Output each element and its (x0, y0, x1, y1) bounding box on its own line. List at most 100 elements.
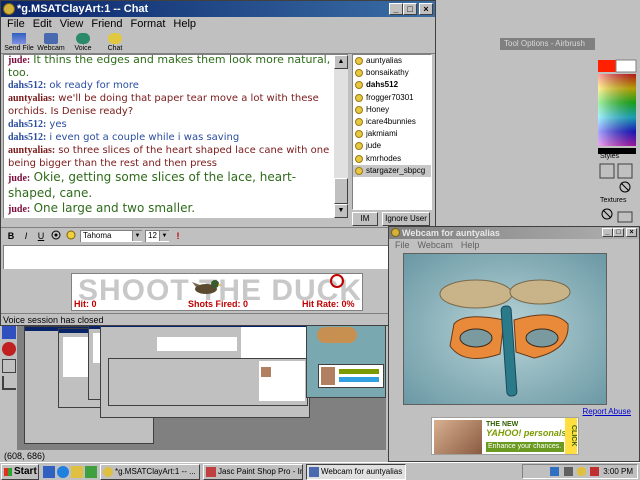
taskbar-chat[interactable]: *g.MSATClayArt:1 -- ... (100, 463, 200, 480)
voice-icon (76, 33, 90, 44)
user-list-item[interactable]: kmrhodes (353, 153, 431, 165)
underline-button[interactable]: U (35, 230, 47, 242)
user-list-item[interactable]: jakmiami (353, 128, 431, 140)
menu-file[interactable]: File (391, 239, 414, 251)
system-tray: 3:00 PM (522, 464, 638, 479)
user-list-item[interactable]: stargazer_sbpcg (353, 164, 431, 177)
menu-edit[interactable]: Edit (29, 17, 56, 32)
message-sender[interactable]: jude: (8, 173, 30, 184)
chat-button[interactable]: Chat (99, 32, 131, 53)
user-list-item[interactable]: auntyalias (353, 55, 431, 67)
message-text: ok ready for more (49, 80, 139, 91)
yahoo-personals-ad[interactable]: THE NEW YAHOO! personals Enhance your ch… (431, 417, 579, 455)
chat-scrollbar[interactable]: ▲ ▼ (334, 55, 348, 218)
menu-help[interactable]: Help (169, 17, 200, 32)
message-sender[interactable]: dahs512: (8, 119, 46, 130)
close-button[interactable]: × (419, 3, 433, 15)
message-sender[interactable]: dahs512: (8, 80, 46, 91)
minimize-button[interactable]: _ (389, 3, 403, 15)
paint-tool-icon[interactable] (2, 325, 16, 339)
smiley-icon[interactable] (65, 230, 77, 242)
taskbar-paint-shop-pro[interactable]: Jasc Paint Shop Pro - Ima... (203, 463, 303, 480)
chat-titlebar[interactable]: *g.MSATClayArt:1 -- Chat _ □ × (1, 1, 435, 17)
antivirus-icon[interactable] (589, 467, 599, 477)
paint-shop-pro-icon (206, 466, 216, 477)
report-abuse-link[interactable]: Report Abuse (583, 407, 631, 416)
user-list-item[interactable]: bonsaikathy (353, 67, 431, 79)
chat-menubar: File Edit View Friend Format Help (1, 17, 435, 32)
user-status-icon (355, 57, 363, 65)
webcam-menubar: File Webcam Help (389, 239, 639, 251)
user-name: bonsaikathy (366, 68, 409, 78)
user-status-icon (355, 105, 363, 114)
mail-icon[interactable] (71, 465, 83, 478)
italic-button[interactable]: I (20, 230, 32, 242)
start-button[interactable]: Start (1, 463, 39, 480)
messenger-icon[interactable] (576, 467, 586, 477)
webcam-button[interactable]: Webcam (35, 32, 67, 53)
desktop: Tool Options - Airbrush Styles Textures … (0, 0, 640, 480)
chevron-down-icon: ▼ (159, 230, 169, 241)
menu-friend[interactable]: Friend (87, 17, 126, 32)
desktop-icon[interactable] (43, 465, 55, 478)
user-list[interactable]: auntyalias bonsaikathy dahs512 frogger70301… (352, 54, 432, 210)
browser-icon[interactable] (57, 465, 69, 478)
font-select[interactable]: Tahoma ▼ (80, 229, 142, 242)
user-name: dahs512 (366, 80, 399, 90)
font-size-select[interactable]: 12 ▼ (145, 229, 169, 242)
close-button[interactable]: × (626, 228, 637, 237)
user-list-item[interactable]: icare4bunnies (353, 116, 431, 128)
ignore-user-button[interactable]: Ignore User (382, 212, 430, 226)
shoot-the-duck-banner[interactable]: SHOOT THE DUCK Hit: 0 Shots Fired: 0 Hit… (71, 273, 363, 311)
network-icon[interactable] (550, 467, 560, 477)
chat-input[interactable] (3, 245, 433, 269)
psp-canvas-area[interactable] (18, 322, 386, 450)
chat-log[interactable]: jude: It thins the edges and makes them … (3, 54, 348, 218)
webcam-titlebar[interactable]: Webcam for auntyalias _ □ × (389, 227, 639, 239)
menu-view[interactable]: View (56, 17, 88, 32)
styles-label: Styles (600, 153, 620, 160)
crop-tool-icon[interactable] (2, 376, 16, 390)
select-tool-icon[interactable] (2, 359, 16, 373)
user-list-item[interactable]: frogger70301 (353, 92, 431, 104)
ad-click[interactable]: CLICK (565, 418, 577, 454)
message-sender[interactable]: dahs512: (8, 132, 46, 143)
taskbar-webcam[interactable]: Webcam for auntyalias (306, 463, 406, 480)
menu-webcam[interactable]: Webcam (414, 239, 457, 251)
send-file-button[interactable]: Send File (3, 32, 35, 53)
maximize-button[interactable]: □ (613, 228, 624, 237)
maximize-button[interactable]: □ (403, 3, 417, 15)
minimize-button[interactable]: _ (602, 228, 613, 237)
shape-tool-icon[interactable] (2, 342, 16, 356)
message-sender[interactable]: jude: (8, 55, 30, 66)
message-text: so three slices of the heart shaped lace… (8, 145, 330, 169)
media-icon[interactable] (85, 465, 97, 478)
menu-file[interactable]: File (3, 17, 29, 32)
scroll-thumb[interactable] (334, 178, 348, 204)
webcam-icon (309, 466, 319, 477)
message-text: They are going to be put through the pas… (8, 217, 294, 218)
scroll-down-arrow-icon[interactable]: ▼ (334, 204, 348, 218)
user-list-item[interactable]: jude (353, 140, 431, 152)
user-list-item[interactable]: dahs512 (353, 79, 431, 91)
color-palette-icon[interactable] (50, 230, 62, 242)
alert-icon[interactable]: ! (172, 230, 184, 242)
im-button[interactable]: IM (352, 212, 378, 226)
scroll-up-arrow-icon[interactable]: ▲ (334, 55, 348, 69)
user-status-icon (355, 69, 363, 78)
user-list-item[interactable]: Honey (353, 104, 431, 116)
chat-message: jude: Okie, getting some slices of the l… (8, 170, 332, 201)
volume-icon[interactable] (563, 467, 573, 477)
message-sender[interactable]: auntyalias: (8, 145, 55, 156)
svg-text:Textures: Textures (600, 197, 627, 204)
chat-toolbar: Send File Webcam Voice Chat (1, 32, 435, 54)
chat-message: dahs512: yes (8, 118, 332, 131)
message-sender[interactable]: jude: (8, 204, 30, 215)
quick-launch (43, 465, 97, 478)
voice-button[interactable]: Voice (67, 32, 99, 53)
menu-help[interactable]: Help (457, 239, 484, 251)
message-sender[interactable]: auntyalias: (8, 93, 55, 104)
bold-button[interactable]: B (5, 230, 17, 242)
tool-options-palette[interactable]: Tool Options - Airbrush (500, 38, 595, 50)
menu-format[interactable]: Format (127, 17, 170, 32)
